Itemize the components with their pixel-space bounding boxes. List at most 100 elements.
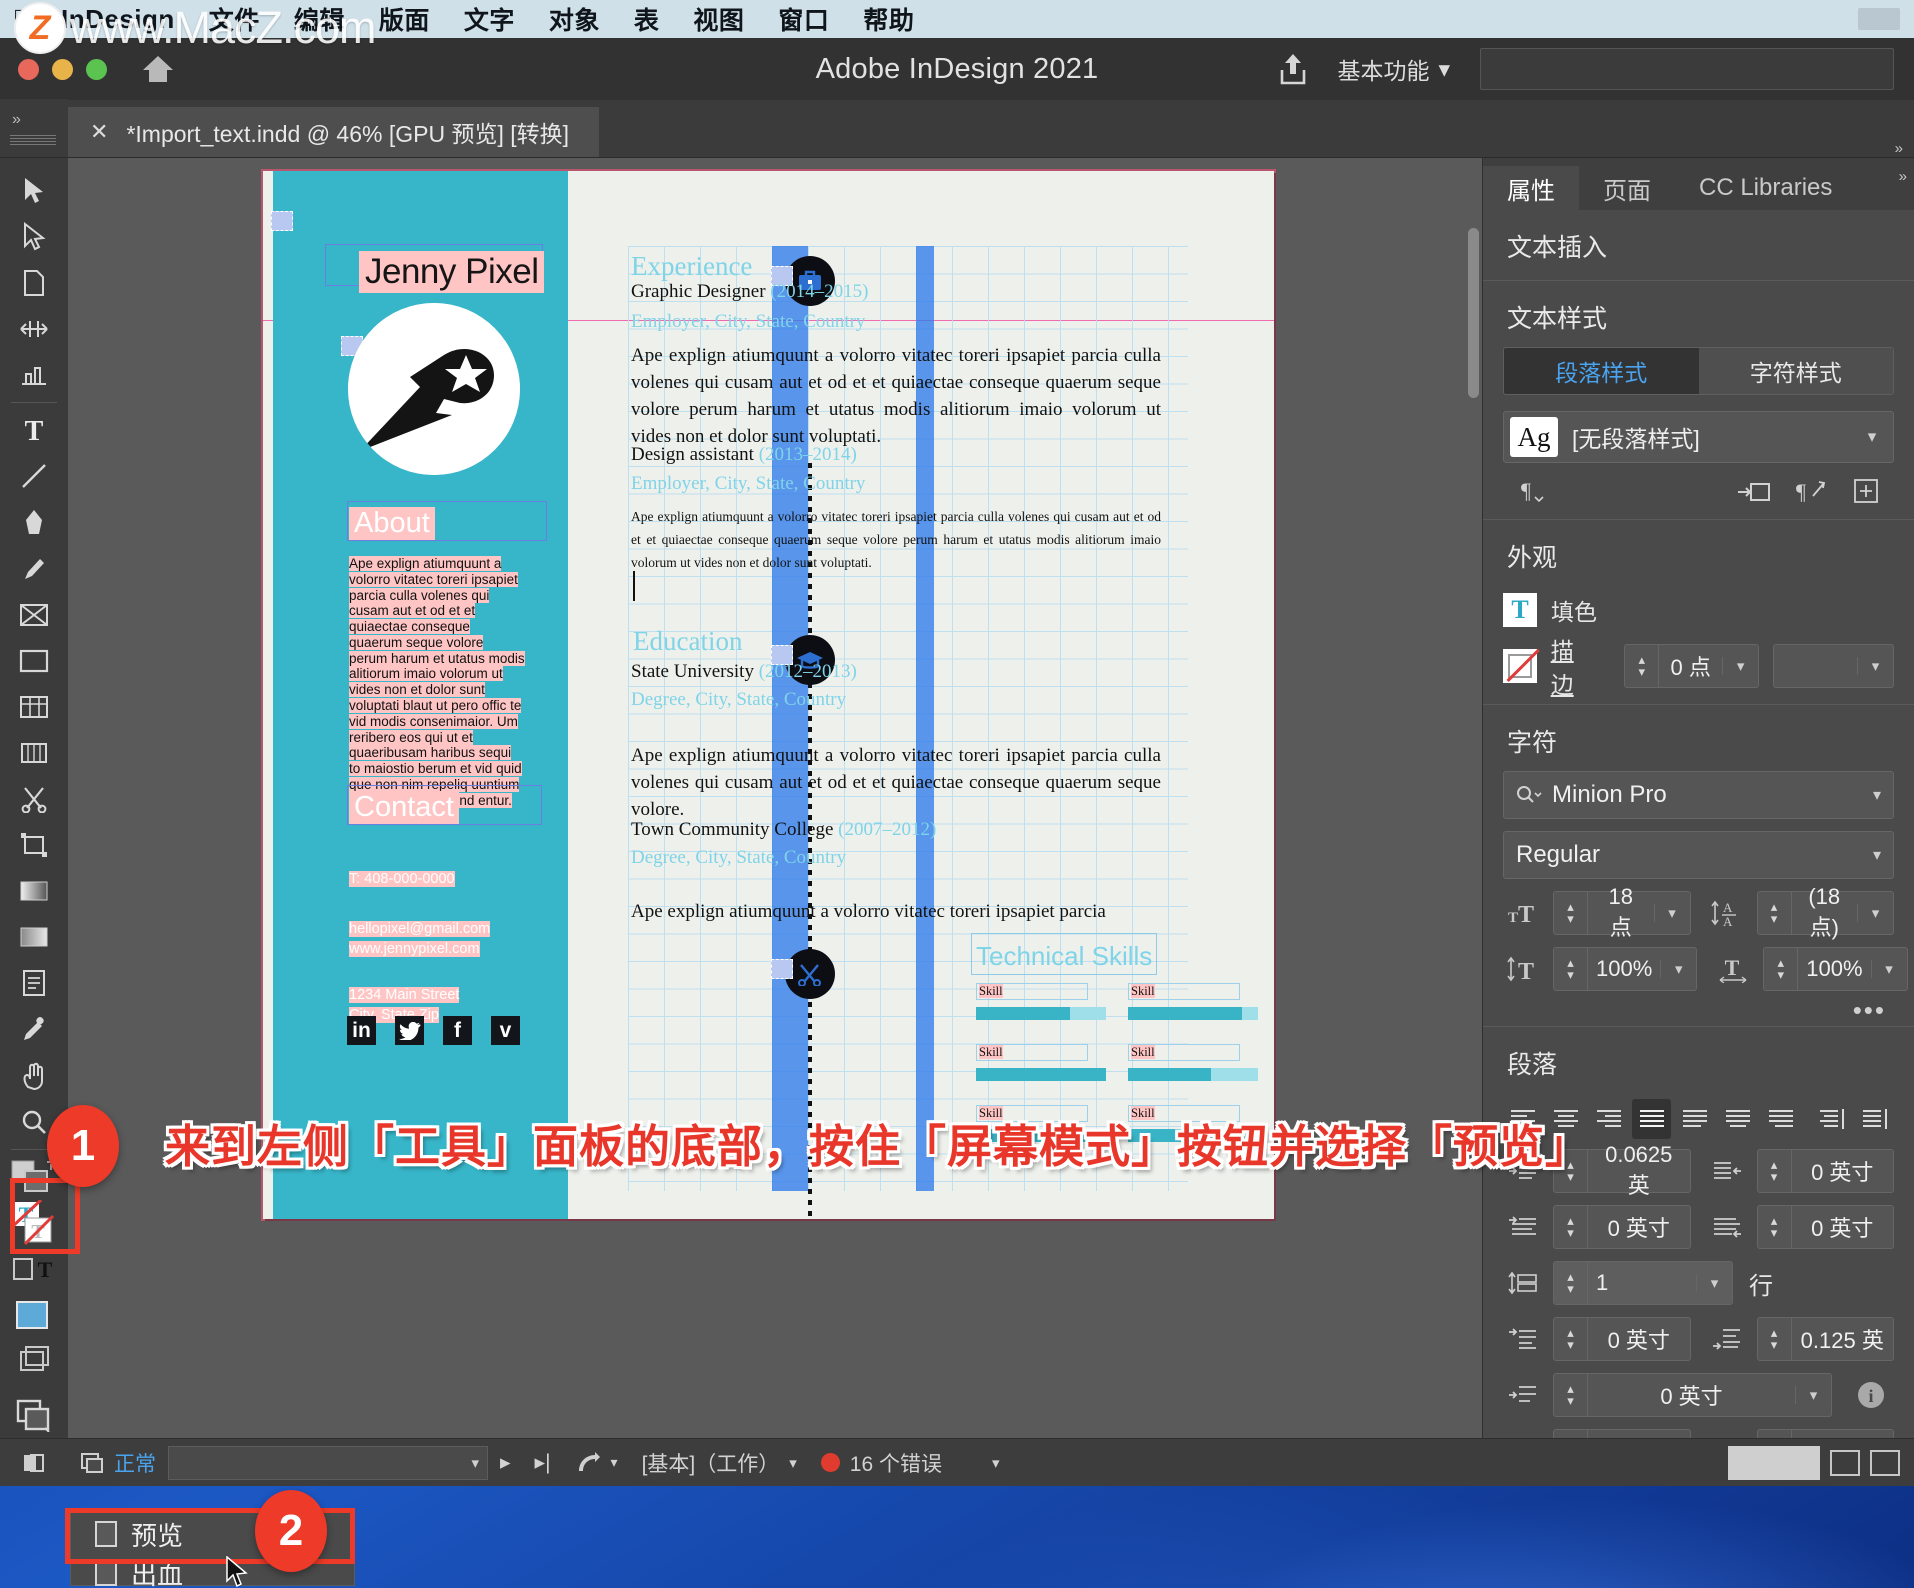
- last-line-indent-stepper[interactable]: ▴ ▾ 0 英寸: [1756, 1205, 1894, 1249]
- stepper-arrows-icon[interactable]: ▴▾: [1758, 1318, 1792, 1360]
- space-before-stepper[interactable]: ▴ ▾ 0 英寸: [1553, 1317, 1691, 1361]
- split-horizontal-icon[interactable]: [1870, 1449, 1900, 1476]
- fill-swatch-icon[interactable]: T: [1503, 593, 1537, 627]
- fill-row[interactable]: T 填色: [1503, 586, 1894, 634]
- leading-stepper[interactable]: ▴ ▾ (18 点) ▾: [1756, 884, 1894, 940]
- split-vertical-icon[interactable]: [1830, 1449, 1860, 1476]
- document-page[interactable]: Jenny Pixel About Ape explign atiumquunt…: [263, 171, 1274, 1219]
- style-type-toggle[interactable]: 段落样式 字符样式: [1503, 347, 1894, 395]
- document-tab[interactable]: ✕ *Import_text.indd @ 46% [GPU 预览] [转换]: [68, 107, 600, 157]
- justify-left-button[interactable]: [1675, 1099, 1714, 1139]
- panel-collapse-icon[interactable]: »: [1899, 168, 1908, 185]
- tab-properties[interactable]: 属性: [1483, 166, 1579, 210]
- panel-expand-icon[interactable]: »: [1895, 140, 1904, 157]
- gap-tool[interactable]: [4, 306, 64, 352]
- stroke-type-select[interactable]: ▾: [1773, 644, 1894, 688]
- gradient-swatch-tool[interactable]: [4, 868, 64, 914]
- pen-tool[interactable]: [4, 500, 64, 546]
- space-extra-stepper[interactable]: ▴ ▾ 0 英寸 ▾: [1553, 1373, 1832, 1417]
- info-icon[interactable]: i: [1851, 1380, 1891, 1410]
- menu-item-view[interactable]: 视图: [676, 1, 761, 37]
- chevron-down-icon[interactable]: ▾: [1857, 904, 1893, 922]
- page-tool[interactable]: [4, 260, 64, 306]
- direct-selection-tool[interactable]: [4, 214, 64, 260]
- font-family-select[interactable]: Minion Pro ▾: [1503, 771, 1894, 819]
- stepper-arrows-icon[interactable]: ▴▾: [1554, 892, 1588, 934]
- chevron-down-icon[interactable]: ▾: [1857, 657, 1893, 675]
- last-page-button[interactable]: ▸|: [523, 1439, 563, 1486]
- transform-tool[interactable]: [4, 822, 64, 868]
- page-number-field[interactable]: ▾: [168, 1445, 488, 1480]
- close-icon[interactable]: ✕: [90, 119, 108, 145]
- menu-item-file[interactable]: 文件: [192, 1, 277, 37]
- workspace-switcher[interactable]: 基本功能 ▾: [1337, 52, 1450, 86]
- stepper-arrows-icon[interactable]: ▴▾: [1554, 1374, 1588, 1416]
- horizontal-scale-stepper[interactable]: ▴ ▾ 100% ▾: [1763, 947, 1908, 991]
- toggle-character-styles[interactable]: 字符样式: [1698, 348, 1893, 394]
- twitter-icon[interactable]: [395, 1016, 424, 1045]
- chevron-down-icon[interactable]: ▾: [1851, 427, 1893, 447]
- paragraph-options-icon[interactable]: ¶: [1503, 478, 1559, 504]
- scissors-tool[interactable]: [4, 776, 64, 822]
- chevron-down-icon[interactable]: ▾: [1696, 1274, 1732, 1292]
- stroke-weight-stepper[interactable]: ▴ ▾ 0 点 ▾: [1624, 644, 1760, 688]
- next-page-button[interactable]: ▸: [488, 1439, 523, 1486]
- home-button[interactable]: [139, 52, 177, 86]
- align-right-button[interactable]: [1589, 1099, 1628, 1139]
- vimeo-icon[interactable]: v: [491, 1016, 520, 1045]
- justify-all-button[interactable]: [1632, 1099, 1671, 1139]
- window-controls[interactable]: [18, 58, 107, 80]
- view-split-controls[interactable]: [1830, 1449, 1914, 1476]
- stepper-arrows-icon[interactable]: ▴▾: [1758, 1150, 1792, 1192]
- social-links[interactable]: in f v: [347, 1016, 520, 1045]
- drop-cap-chars-stepper[interactable]: ▴▾ 0: [1756, 1429, 1894, 1438]
- eyedropper-tool[interactable]: [4, 1006, 64, 1052]
- tab-pages[interactable]: 页面: [1579, 166, 1675, 210]
- table-tool[interactable]: [4, 684, 64, 730]
- align-toward-spine-button[interactable]: [1812, 1099, 1851, 1139]
- stepper-arrows-icon[interactable]: ▴▾: [1554, 1430, 1588, 1438]
- new-style-icon[interactable]: [1838, 478, 1894, 504]
- chevron-down-icon[interactable]: ▾: [1722, 657, 1758, 675]
- menu-item-type[interactable]: 文字: [447, 1, 532, 37]
- collapse-panel-icon[interactable]: »: [12, 111, 21, 129]
- chevron-down-icon[interactable]: ▾: [1653, 904, 1690, 922]
- tab-cc-libraries[interactable]: CC Libraries: [1675, 166, 1856, 210]
- font-size-stepper[interactable]: ▴ ▾ 18 点 ▾: [1553, 884, 1691, 940]
- screen-mode-tool[interactable]: [4, 1392, 64, 1438]
- chevron-down-icon[interactable]: ▾: [1873, 785, 1881, 805]
- more-character-options[interactable]: •••: [1503, 991, 1894, 1026]
- stepper-arrows-icon[interactable]: ▴▾: [1758, 892, 1792, 934]
- close-button[interactable]: [18, 58, 39, 80]
- note-tool[interactable]: [4, 960, 64, 1006]
- justify-right-button[interactable]: [1761, 1099, 1800, 1139]
- chevron-down-icon[interactable]: ▾: [471, 1454, 479, 1472]
- share-icon[interactable]: [1271, 47, 1315, 91]
- stepper-arrows-icon[interactable]: ▴▾: [1758, 1206, 1792, 1248]
- menu-item-edit[interactable]: 编辑: [277, 1, 362, 37]
- tools-panel-header[interactable]: »: [0, 99, 68, 157]
- stepper-arrows-icon[interactable]: ▴▾: [1554, 948, 1588, 990]
- linkedin-icon[interactable]: in: [347, 1016, 376, 1045]
- line-tool[interactable]: [4, 453, 64, 499]
- chevron-down-icon[interactable]: ▾: [1873, 845, 1881, 865]
- chevron-down-icon[interactable]: ▾: [1795, 1386, 1831, 1404]
- preflight-icon[interactable]: ▾: [563, 1439, 630, 1486]
- menu-item-window[interactable]: 窗口: [761, 1, 846, 37]
- type-tool[interactable]: T: [4, 407, 64, 453]
- apply-color-tool[interactable]: [4, 1292, 64, 1338]
- align-away-spine-button[interactable]: [1855, 1099, 1894, 1139]
- vertical-scale-stepper[interactable]: ▴ ▾ 100% ▾: [1553, 947, 1698, 991]
- preview-mode-tool[interactable]: [4, 1338, 64, 1384]
- pencil-tool[interactable]: [4, 546, 64, 592]
- error-status[interactable]: 16 个错误 ▾: [809, 1439, 1012, 1486]
- drop-cap-lines-stepper[interactable]: ▴ ▾ 1 ▾: [1553, 1261, 1733, 1305]
- right-indent-stepper[interactable]: ▴ ▾ 0 英寸: [1756, 1149, 1894, 1193]
- search-input[interactable]: [1480, 48, 1894, 90]
- clear-overrides-icon[interactable]: ¶: [1782, 478, 1838, 504]
- apple-logo-icon[interactable]: : [0, 6, 44, 32]
- stepper-arrows-icon[interactable]: ▴▾: [1554, 1206, 1588, 1248]
- stepper-arrows-icon[interactable]: ▴▾: [1625, 645, 1660, 687]
- screen-mode-status[interactable]: 正常: [68, 1439, 168, 1486]
- menu-item-layout[interactable]: 版面: [362, 1, 447, 37]
